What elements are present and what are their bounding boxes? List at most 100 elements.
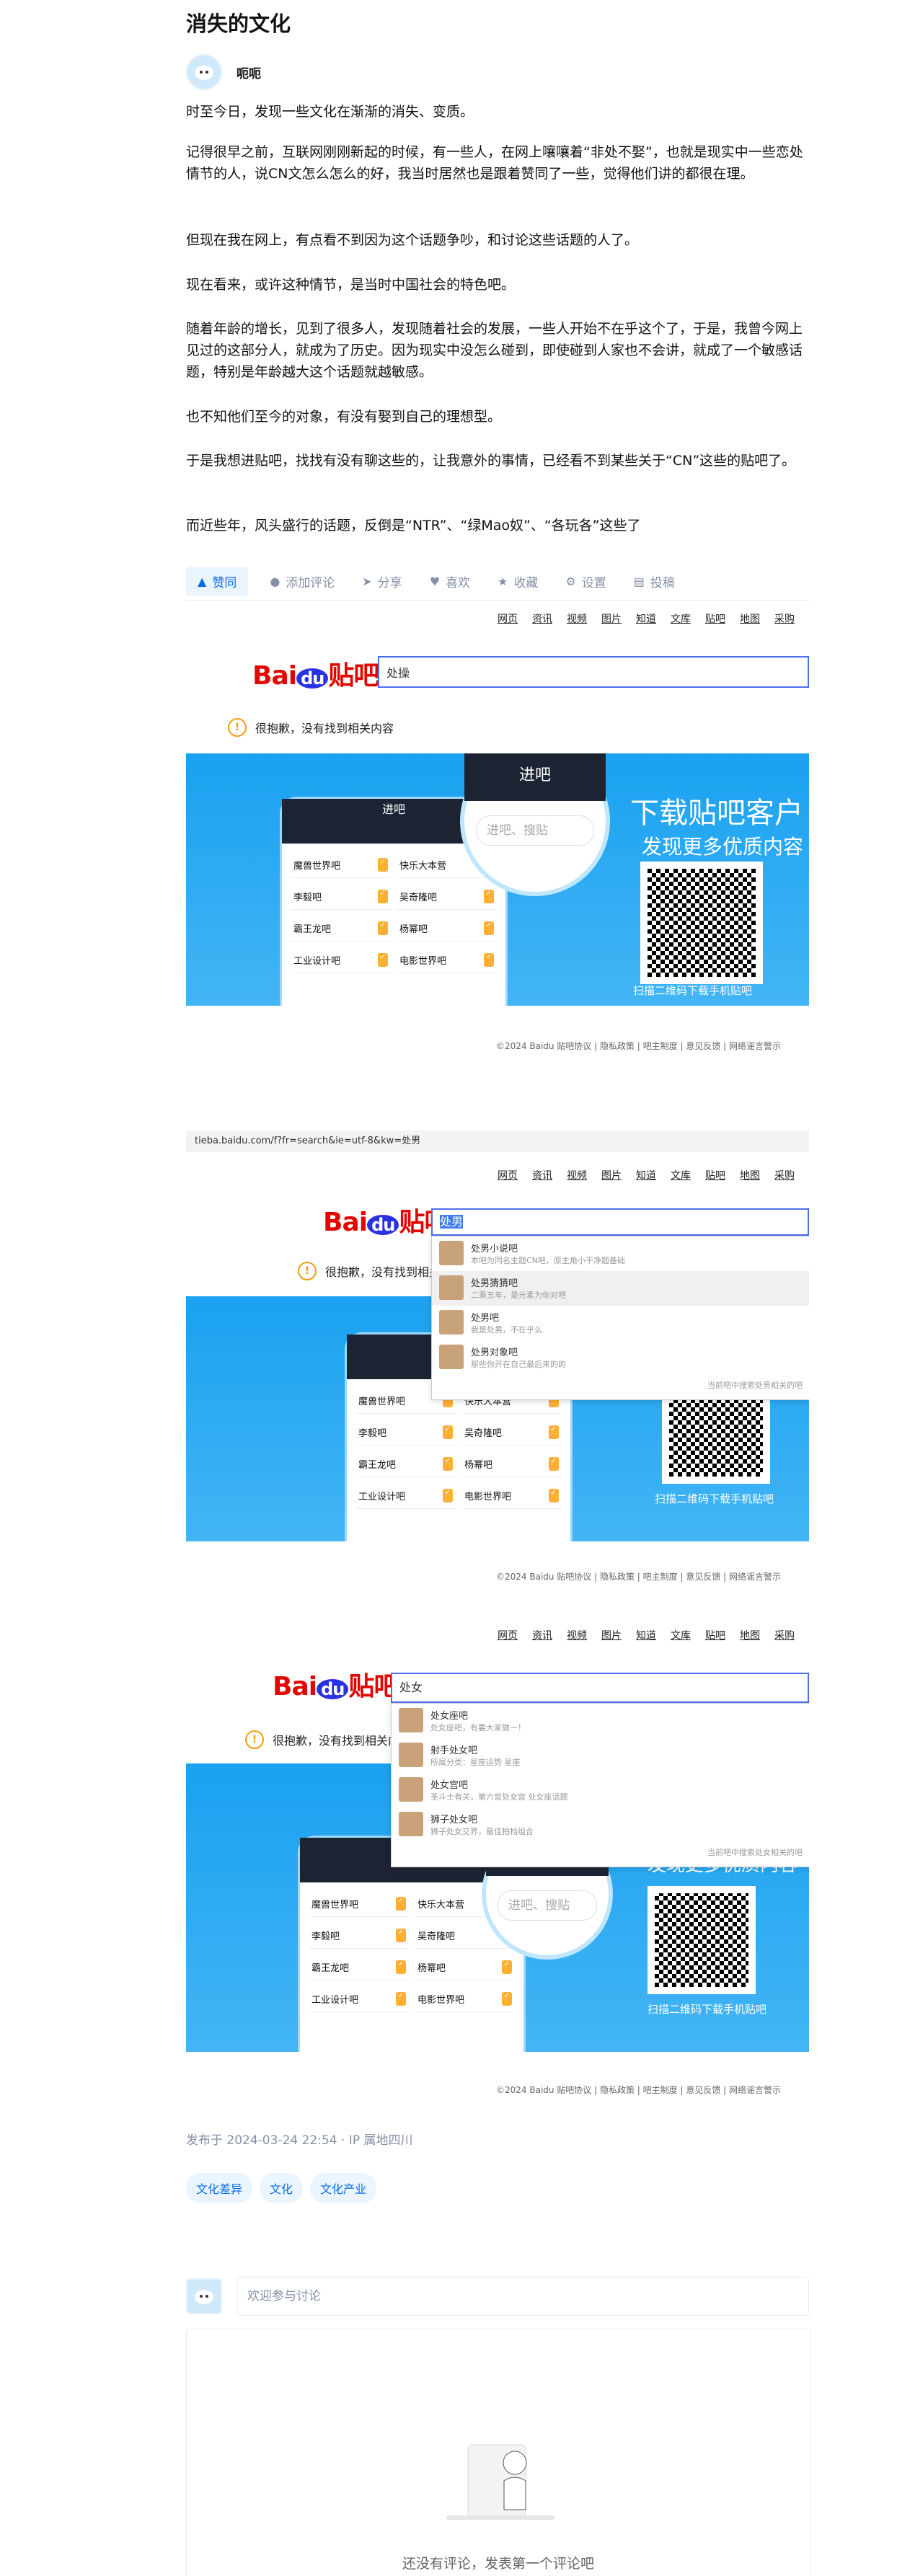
suggestion-item[interactable]: 射手处女吧 所属分类：星座运势 星座 bbox=[392, 1738, 809, 1773]
topic-tag[interactable]: 文化 bbox=[260, 2173, 304, 2203]
tag-list: 文化差异 文化 文化产业 bbox=[186, 2173, 809, 2203]
nav-link[interactable]: 图片 bbox=[601, 1628, 622, 1642]
author-avatar[interactable] bbox=[186, 54, 222, 90]
share-button[interactable]: ➤ 分享 bbox=[362, 572, 402, 590]
screenshot-3: 网页 资讯 视频 图片 知道 文库 贴吧 地图 采购 Bai du 贴吧 处女 ! 很… bbox=[186, 1622, 809, 2105]
nav-link[interactable]: 网页 bbox=[498, 1628, 518, 1642]
suggestion-item[interactable]: 处女宫吧 圣斗士有关，第六宫处女宫 处女座话题 bbox=[392, 1773, 809, 1807]
nav-link[interactable]: 文库 bbox=[671, 1168, 691, 1182]
qr-code bbox=[640, 862, 763, 984]
nav-link[interactable]: 文库 bbox=[671, 611, 691, 626]
paragraph-6: 也不知他们至今的对象，有没有娶到自己的理想型。 bbox=[186, 409, 502, 425]
nav-link[interactable]: 资讯 bbox=[532, 611, 552, 626]
nav-link[interactable]: 知道 bbox=[636, 1168, 656, 1182]
comment-input[interactable]: 欢迎参与讨论 bbox=[237, 2277, 809, 2316]
no-result-notice: ! 很抱歉，没有找到相关内容 bbox=[228, 718, 394, 737]
paragraph-7: 于是我想进贴吧，找找有没有聊这些的，让我意外的事情，已经看不到某些关于“CN”这… bbox=[186, 453, 796, 469]
qr-caption: 扫描二维码下载手机贴吧 bbox=[655, 1492, 774, 1505]
empty-illustration-icon bbox=[446, 2444, 554, 2520]
star-icon: ★ bbox=[498, 574, 508, 588]
empty-comments-text: 还没有评论，发表第一个评论吧 bbox=[402, 2556, 594, 2572]
warning-icon: ! bbox=[228, 718, 247, 737]
suggestion-item[interactable]: 处男小说吧 本吧为同名主题CN吧，原主角小干净题基础 bbox=[432, 1236, 809, 1271]
suggestion-item[interactable]: 狮子处女吧 狮子处女交界，最佳拍档组合 bbox=[392, 1807, 809, 1842]
zoom-circle: 进吧 进吧、搜贴 bbox=[460, 753, 610, 896]
suggestion-tip: 当前吧中搜索处女相关的吧 bbox=[707, 1848, 803, 1857]
upvote-icon: ▲ bbox=[198, 574, 207, 588]
suggestion-thumbnail bbox=[439, 1310, 464, 1335]
search-input[interactable]: 处男 bbox=[431, 1208, 809, 1236]
nav-link[interactable]: 地图 bbox=[740, 611, 760, 626]
suggestion-tip: 当前吧中搜索处男相关的吧 bbox=[707, 1381, 803, 1390]
nav-link[interactable]: 知道 bbox=[636, 1628, 656, 1642]
watermark: 知乎 @呃呃 bbox=[691, 1021, 775, 1039]
screenshot-2: tieba.baidu.com/f?fr=search&ie=utf-8&kw=… bbox=[186, 1130, 809, 1599]
paragraph-8: 而近些年，风头盛行的话题，反倒是“NTR”、“绿Mao奴”、“各玩各”这些了 bbox=[186, 518, 641, 534]
baidu-nav: 网页 资讯 视频 图片 知道 文库 贴吧 地图 采购 bbox=[498, 1168, 795, 1182]
like-button[interactable]: ♥ 喜欢 bbox=[430, 572, 470, 590]
paragraph-2: 记得很早之前，互联网刚刚新起的时候，有一些人，在网上嚷嚷着“非处不娶”，也就是现… bbox=[186, 144, 803, 182]
nav-link[interactable]: 贴吧 bbox=[705, 1628, 725, 1642]
publish-info: 发布于 2024-03-24 22:54 · IP 属地四川 bbox=[186, 2133, 413, 2148]
suggestion-thumbnail bbox=[399, 1777, 423, 1802]
nav-link[interactable]: 地图 bbox=[740, 1168, 760, 1182]
topic-tag[interactable]: 文化差异 bbox=[186, 2173, 253, 2203]
suggestion-item[interactable]: 处男对象吧 那些你开在自己最后来的的 bbox=[432, 1340, 809, 1375]
nav-link[interactable]: 知道 bbox=[636, 611, 656, 626]
action-bar: ▲ 赞同 ● 添加评论 ➤ 分享 ♥ 喜欢 ★ 收藏 ⚙ 设置 ▤ 投稿 bbox=[186, 562, 809, 601]
banner-subheadline: 发现更多优质内容 bbox=[642, 835, 804, 859]
nav-link[interactable]: 图片 bbox=[601, 611, 622, 626]
favorite-button[interactable]: ★ 收藏 bbox=[498, 572, 538, 590]
search-input[interactable]: 处操 bbox=[378, 656, 809, 688]
suggestion-thumbnail bbox=[439, 1275, 464, 1300]
suggestion-thumbnail bbox=[399, 1812, 423, 1836]
suggestion-item[interactable]: 处男吧 我是处男，不在乎么 bbox=[432, 1306, 809, 1340]
tieba-logo: Bai du 贴吧 bbox=[273, 1672, 399, 1701]
nav-link[interactable]: 视频 bbox=[567, 1628, 587, 1642]
author-name[interactable]: 呃呃 bbox=[237, 63, 261, 81]
suggestion-item[interactable]: 处女座吧 处女座吧，有要大家做一！ bbox=[392, 1704, 809, 1738]
url-bar[interactable]: tieba.baidu.com/f?fr=search&ie=utf-8&kw=… bbox=[186, 1130, 809, 1152]
nav-link[interactable]: 资讯 bbox=[532, 1168, 552, 1182]
nav-link[interactable]: 网页 bbox=[498, 611, 518, 626]
upvote-button[interactable]: ▲ 赞同 bbox=[186, 566, 249, 596]
nav-link[interactable]: 采购 bbox=[774, 611, 795, 626]
paragraph-5: 随着年龄的增长，见到了很多人，发现随着社会的发展，一些人开始不在乎这个了，于是，… bbox=[186, 321, 803, 380]
nav-link[interactable]: 贴吧 bbox=[705, 1168, 725, 1182]
banner-headline: 下载贴吧客户 bbox=[630, 797, 803, 830]
paragraph-4: 现在看来，或许这种情节，是当时中国社会的特色吧。 bbox=[186, 277, 516, 293]
qr-code bbox=[648, 1886, 756, 1994]
user-avatar bbox=[186, 2278, 222, 2314]
comment-icon: ● bbox=[270, 574, 280, 588]
footer-links: ©2024 Baidu 贴吧协议 | 隐私政策 | 吧主制度 | 意见反馈 | … bbox=[496, 1041, 782, 1051]
nav-link[interactable]: 视频 bbox=[567, 611, 587, 626]
nav-link[interactable]: 资讯 bbox=[532, 1628, 552, 1642]
nav-link[interactable]: 地图 bbox=[740, 1628, 760, 1642]
watermark: 知乎 @呃呃 bbox=[691, 1549, 775, 1567]
nav-link[interactable]: 图片 bbox=[601, 1168, 622, 1182]
share-icon: ➤ bbox=[362, 574, 372, 588]
nav-link[interactable]: 采购 bbox=[774, 1168, 795, 1182]
screenshot-1: 网页 资讯 视频 图片 知道 文库 贴吧 地图 采购 Bai du 贴吧 处操 ! 很… bbox=[186, 606, 809, 1096]
nav-link[interactable]: 文库 bbox=[671, 1628, 691, 1642]
search-input[interactable]: 处女 bbox=[391, 1673, 809, 1703]
nav-link[interactable]: 采购 bbox=[774, 1628, 795, 1642]
article-title: 消失的文化 bbox=[186, 12, 291, 36]
nav-link[interactable]: 网页 bbox=[498, 1168, 518, 1182]
footer-links: ©2024 Baidu 贴吧协议 | 隐私政策 | 吧主制度 | 意见反馈 | … bbox=[496, 2085, 782, 2095]
comment-button[interactable]: ● 添加评论 bbox=[270, 572, 335, 590]
nav-link[interactable]: 视频 bbox=[567, 1168, 587, 1182]
suggestion-item[interactable]: 处男猜猜吧 二乘五年，是元素为你对吧 bbox=[432, 1271, 809, 1306]
nav-link[interactable]: 贴吧 bbox=[705, 611, 725, 626]
report-button[interactable]: ▤ 投稿 bbox=[634, 572, 675, 590]
suggestion-thumbnail bbox=[439, 1241, 464, 1265]
no-result-notice: ! 很抱歉，没有找到相关内容 bbox=[245, 1730, 411, 1749]
baidu-nav: 网页 资讯 视频 图片 知道 文库 贴吧 地图 采购 bbox=[498, 1628, 795, 1642]
topic-tag[interactable]: 文化产业 bbox=[310, 2173, 377, 2203]
heart-icon: ♥ bbox=[429, 574, 441, 588]
author-row: 呃呃 bbox=[186, 54, 809, 90]
empty-comments: 还没有评论，发表第一个评论吧 bbox=[186, 2329, 810, 2576]
qr-caption: 扫描二维码下载手机贴吧 bbox=[633, 984, 753, 997]
watermark: 知乎 @呃呃 bbox=[691, 2063, 775, 2081]
settings-button[interactable]: ⚙ 设置 bbox=[565, 572, 606, 590]
